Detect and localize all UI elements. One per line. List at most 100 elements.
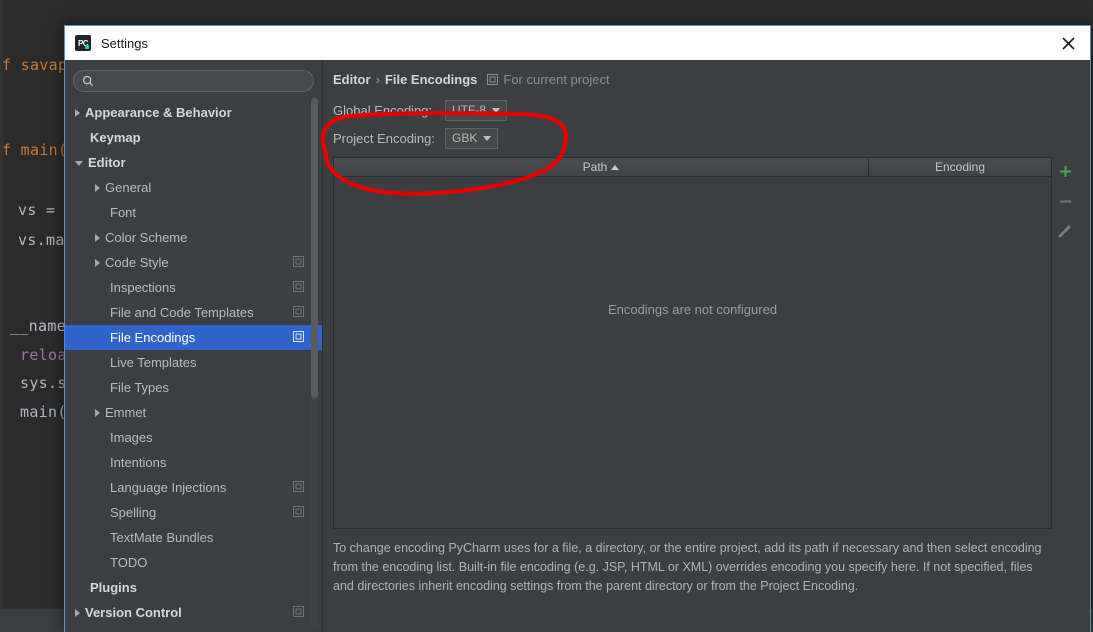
project-encoding-label: Project Encoding:: [333, 131, 445, 146]
sidebar-item-label: Version Control: [85, 605, 182, 620]
breadcrumb-scope-text: For current project: [503, 72, 609, 87]
sidebar-item-version-control[interactable]: Version Control: [65, 600, 322, 625]
sidebar-item-file-encodings[interactable]: File Encodings: [65, 325, 322, 350]
sidebar-item-editor[interactable]: Editor: [65, 150, 322, 175]
code-line: reloa: [20, 346, 67, 364]
global-encoding-label: Global Encoding:: [333, 103, 445, 118]
sidebar-item-code-style[interactable]: Code Style: [65, 250, 322, 275]
sidebar-item-appearance-behavior[interactable]: Appearance & Behavior: [65, 100, 322, 125]
editor-gutter: [0, 0, 3, 632]
chevron-right-icon[interactable]: [95, 409, 100, 417]
sidebar-item-label: Font: [110, 205, 136, 220]
sidebar-item-label: Language Injections: [110, 480, 226, 495]
sidebar-item-label: Editor: [88, 155, 126, 170]
sidebar-item-label: Emmet: [105, 405, 146, 420]
pycharm-logo-icon: PC: [75, 35, 91, 51]
table-header: Path Encoding: [334, 158, 1051, 177]
sidebar-item-label: Keymap: [90, 130, 141, 145]
global-encoding-combo[interactable]: UTF-8: [445, 100, 507, 121]
settings-tree[interactable]: Appearance & Behavior Keymap Editor General…: [65, 100, 322, 630]
dialog-titlebar: PC Settings: [65, 26, 1090, 60]
plus-icon: [1059, 165, 1072, 178]
global-encoding-row: Global Encoding: UTF-8: [333, 99, 1078, 121]
sidebar-item-label: Color Scheme: [105, 230, 187, 245]
sidebar-item-language-injections[interactable]: Language Injections: [65, 475, 322, 500]
close-icon: [1062, 37, 1075, 50]
column-header-encoding[interactable]: Encoding: [869, 158, 1051, 176]
sidebar-item-label: TODO: [110, 555, 147, 570]
sidebar-item-emmet[interactable]: Emmet: [65, 400, 322, 425]
sidebar-item-todo[interactable]: TODO: [65, 550, 322, 575]
chevron-right-icon[interactable]: [75, 109, 80, 117]
sidebar-item-font[interactable]: Font: [65, 200, 322, 225]
chevron-down-icon: [483, 136, 491, 141]
edit-encoding-button: [1055, 221, 1075, 241]
sidebar-item-images[interactable]: Images: [65, 425, 322, 450]
table-body: Encodings are not configured: [334, 177, 1051, 528]
chevron-down-icon[interactable]: [75, 161, 83, 166]
sidebar-item-spelling[interactable]: Spelling: [65, 500, 322, 525]
table-toolbar: [1052, 157, 1078, 529]
sidebar-scrollbar-thumb[interactable]: [311, 98, 318, 398]
sidebar-item-intentions[interactable]: Intentions: [65, 450, 322, 475]
sidebar-item-general[interactable]: General: [65, 175, 322, 200]
sidebar-item-label: TextMate Bundles: [110, 530, 213, 545]
code-line: f main(: [2, 141, 67, 159]
add-encoding-button[interactable]: [1055, 161, 1075, 181]
project-scope-icon: [293, 481, 304, 492]
table-empty-message: Encodings are not configured: [334, 302, 1051, 317]
code-line: vs =: [18, 201, 55, 219]
sidebar-item-label: Appearance & Behavior: [85, 105, 232, 120]
code-line: f savap: [2, 56, 67, 74]
search-input[interactable]: [99, 74, 305, 88]
dialog-title: Settings: [101, 36, 148, 51]
chevron-down-icon: [492, 108, 500, 113]
sidebar-item-label: Live Templates: [110, 355, 196, 370]
project-scope-icon: [293, 506, 304, 517]
sidebar-item-live-templates[interactable]: Live Templates: [65, 350, 322, 375]
project-scope-icon: [293, 306, 304, 317]
dialog-body: Appearance & Behavior Keymap Editor General…: [65, 60, 1090, 632]
sidebar-item-plugins[interactable]: Plugins: [65, 575, 322, 600]
sidebar-item-textmate-bundles[interactable]: TextMate Bundles: [65, 525, 322, 550]
breadcrumb-separator: ›: [376, 72, 380, 87]
sidebar-item-label: Plugins: [90, 580, 137, 595]
project-scope-icon: [487, 74, 498, 85]
chevron-right-icon[interactable]: [95, 259, 100, 267]
chevron-right-icon[interactable]: [95, 184, 100, 192]
project-encoding-row: Project Encoding: GBK: [333, 127, 1078, 149]
sidebar-item-label: Inspections: [110, 280, 176, 295]
sidebar-item-label: File Encodings: [110, 330, 195, 345]
sidebar-item-file-and-code-templates[interactable]: File and Code Templates: [65, 300, 322, 325]
project-scope-icon: [293, 281, 304, 292]
chevron-right-icon[interactable]: [95, 234, 100, 242]
breadcrumb-scope-note: For current project: [487, 72, 609, 87]
sort-ascending-icon: [611, 165, 619, 170]
settings-sidebar: Appearance & Behavior Keymap Editor General…: [65, 60, 323, 632]
search-field[interactable]: [73, 70, 314, 92]
project-encoding-value: GBK: [452, 131, 477, 145]
sidebar-item-inspections[interactable]: Inspections: [65, 275, 322, 300]
column-header-path[interactable]: Path: [334, 158, 869, 176]
sidebar-item-project-viewsscanf1-0[interactable]: Project: ViewsScanf1.0: [65, 625, 322, 630]
search-icon: [82, 75, 94, 87]
close-button[interactable]: [1046, 26, 1090, 60]
column-header-encoding-label: Encoding: [935, 160, 985, 174]
sidebar-item-label: Spelling: [110, 505, 156, 520]
sidebar-item-label: General: [105, 180, 151, 195]
code-line: __name: [10, 317, 66, 335]
settings-dialog: PC Settings Appearance & Beha: [64, 25, 1091, 632]
sidebar-item-label: File Types: [110, 380, 169, 395]
project-scope-icon: [293, 331, 304, 342]
sidebar-item-color-scheme[interactable]: Color Scheme: [65, 225, 322, 250]
breadcrumb: Editor › File Encodings For current proj…: [333, 72, 1078, 87]
chevron-right-icon[interactable]: [75, 609, 80, 617]
remove-encoding-button: [1055, 191, 1075, 211]
settings-content: Editor › File Encodings For current proj…: [323, 60, 1090, 632]
project-encoding-combo[interactable]: GBK: [445, 128, 498, 149]
encodings-table-area: Path Encoding Encodings are not configur…: [333, 157, 1078, 529]
sidebar-item-keymap[interactable]: Keymap: [65, 125, 322, 150]
breadcrumb-parent[interactable]: Editor: [333, 72, 371, 87]
sidebar-item-file-types[interactable]: File Types: [65, 375, 322, 400]
global-encoding-value: UTF-8: [452, 103, 486, 117]
